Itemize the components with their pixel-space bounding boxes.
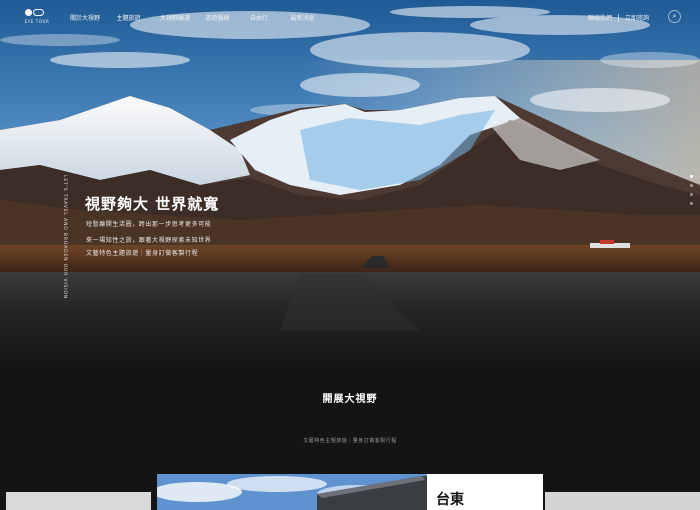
hero-landscape-image: [0, 0, 700, 370]
hero-line-3: 文藝特色主題旅遊｜量身訂做客製行程: [86, 250, 199, 257]
destination-card-image[interactable]: [157, 474, 427, 510]
nav-item-news[interactable]: 最新消息: [290, 13, 315, 22]
search-button[interactable]: ⌕: [668, 10, 681, 23]
consult-link[interactable]: 立即諮詢: [625, 13, 649, 22]
slide-dot-4[interactable]: [690, 202, 693, 205]
top-navigation: EYE TOUR 關於大視野 主題旅遊 大視野嚴選 旅遊服務 自由行 最新消息 …: [0, 0, 700, 34]
destination-card-info[interactable]: 台東: [427, 474, 543, 510]
slide-dot-2[interactable]: [690, 184, 693, 187]
nav-item-theme-tours[interactable]: 主題旅遊: [116, 13, 141, 22]
section-subtitle: 文藝特色主題旅遊｜量身訂做客製行程: [303, 438, 397, 444]
hero-banner: [0, 0, 700, 370]
slide-indicators: [690, 175, 696, 211]
hero-line-1: 短暫離開生活圈，跨出那一步思考更多可能: [86, 221, 212, 228]
destination-card-previous[interactable]: [6, 492, 151, 510]
contact-link[interactable]: 聯絡我們: [588, 13, 612, 22]
brand-logo[interactable]: EYE TOUR: [22, 8, 49, 28]
nav-item-about[interactable]: 關於大視野: [70, 13, 100, 22]
main-menu: 關於大視野 主題旅遊 大視野嚴選 旅遊服務 自由行 最新消息: [70, 13, 315, 22]
destination-photo: [157, 474, 427, 510]
hero-line-2: 來一場知性之旅，跟著大視野探索未知世界: [86, 237, 212, 244]
hero-title: 視野夠大 世界就寬: [85, 195, 220, 213]
nav-divider: [618, 13, 620, 22]
logo-icon: [25, 8, 45, 17]
slide-dot-1[interactable]: [690, 175, 693, 178]
search-icon: ⌕: [672, 12, 677, 20]
logo-ring: [33, 9, 44, 16]
section-title: 開展大視野: [322, 394, 378, 405]
nav-item-selected[interactable]: 大視野嚴選: [160, 13, 190, 22]
utility-links: 聯絡我們 立即諮詢: [588, 13, 649, 22]
logo-dot: [25, 9, 32, 16]
logo-text: EYE TOUR: [24, 19, 50, 24]
nav-item-free-travel[interactable]: 自由行: [249, 13, 269, 22]
hero-vertical-slogan: LET'S TRAVEL AND BROADEN OUR VISION: [62, 175, 67, 300]
slide-dot-3[interactable]: [690, 193, 693, 196]
nav-item-services[interactable]: 旅遊服務: [205, 13, 230, 22]
destination-card-next[interactable]: [545, 492, 700, 510]
destination-city-name: 台東: [436, 492, 464, 508]
